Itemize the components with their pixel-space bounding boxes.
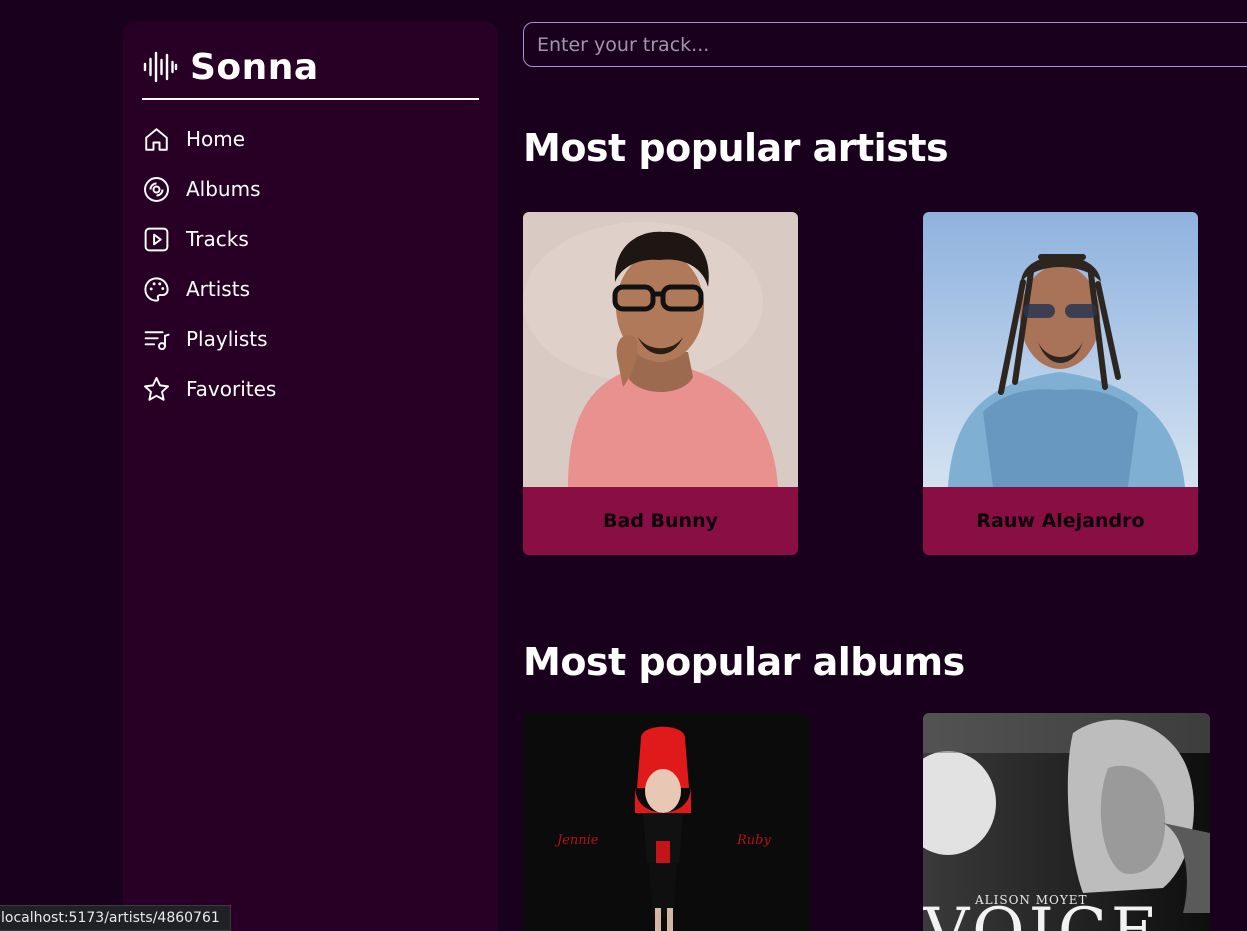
play-square-icon — [144, 227, 169, 251]
sidebar-item-playlists[interactable]: Playlists — [142, 314, 479, 364]
album-cover-title-text: VOICE — [923, 895, 1162, 931]
playlist-icon — [144, 330, 170, 350]
album-card[interactable]: ALISON MOYET VOICE — [923, 713, 1210, 931]
soundwave-icon — [143, 51, 178, 83]
artist-photo — [923, 212, 1198, 487]
sidebar-item-label: Tracks — [186, 227, 249, 251]
artist-name: Rauw Alejandro — [976, 510, 1145, 532]
home-icon — [145, 127, 168, 151]
search-input[interactable] — [523, 22, 1247, 67]
palette-icon — [144, 276, 169, 302]
album-card[interactable]: Jennie Ruby — [523, 713, 810, 931]
brand[interactable]: Sonna — [142, 40, 479, 100]
sidebar-item-label: Artists — [186, 277, 250, 301]
sidebar-item-tracks[interactable]: Tracks — [142, 214, 479, 264]
disc-icon — [144, 176, 169, 202]
sidebar-item-home[interactable]: Home — [142, 114, 479, 164]
artist-photo — [523, 212, 798, 487]
artist-card[interactable]: Bad Bunny — [523, 212, 798, 555]
sidebar-item-favorites[interactable]: Favorites — [142, 364, 479, 414]
section-title-albums: Most popular albums — [523, 640, 965, 684]
sidebar-item-label: Playlists — [186, 327, 268, 351]
sidebar-item-albums[interactable]: Albums — [142, 164, 479, 214]
app-root: Sonna Home Albums Tracks Artists Playlis… — [0, 0, 1247, 931]
artist-card[interactable]: Rauw Alejandro — [923, 212, 1198, 555]
status-bar-url: localhost:5173/artists/4860761 — [0, 905, 231, 931]
album-cover-text-right: Ruby — [736, 833, 771, 848]
artist-name: Bad Bunny — [603, 510, 718, 532]
sidebar: Sonna Home Albums Tracks Artists Playlis… — [123, 22, 498, 931]
sidebar-item-artists[interactable]: Artists — [142, 264, 479, 314]
section-title-artists: Most popular artists — [523, 126, 949, 170]
sidebar-item-label: Favorites — [186, 377, 277, 401]
album-cover: ALISON MOYET VOICE — [923, 713, 1210, 931]
sidebar-item-label: Albums — [186, 177, 261, 201]
sidebar-nav: Home Albums Tracks Artists Playlists Fav… — [142, 114, 479, 414]
app-name: Sonna — [190, 46, 319, 88]
star-icon — [144, 376, 169, 401]
album-cover-text-left: Jennie — [554, 833, 599, 848]
album-cover: Jennie Ruby — [523, 713, 810, 931]
sidebar-item-label: Home — [186, 127, 246, 151]
